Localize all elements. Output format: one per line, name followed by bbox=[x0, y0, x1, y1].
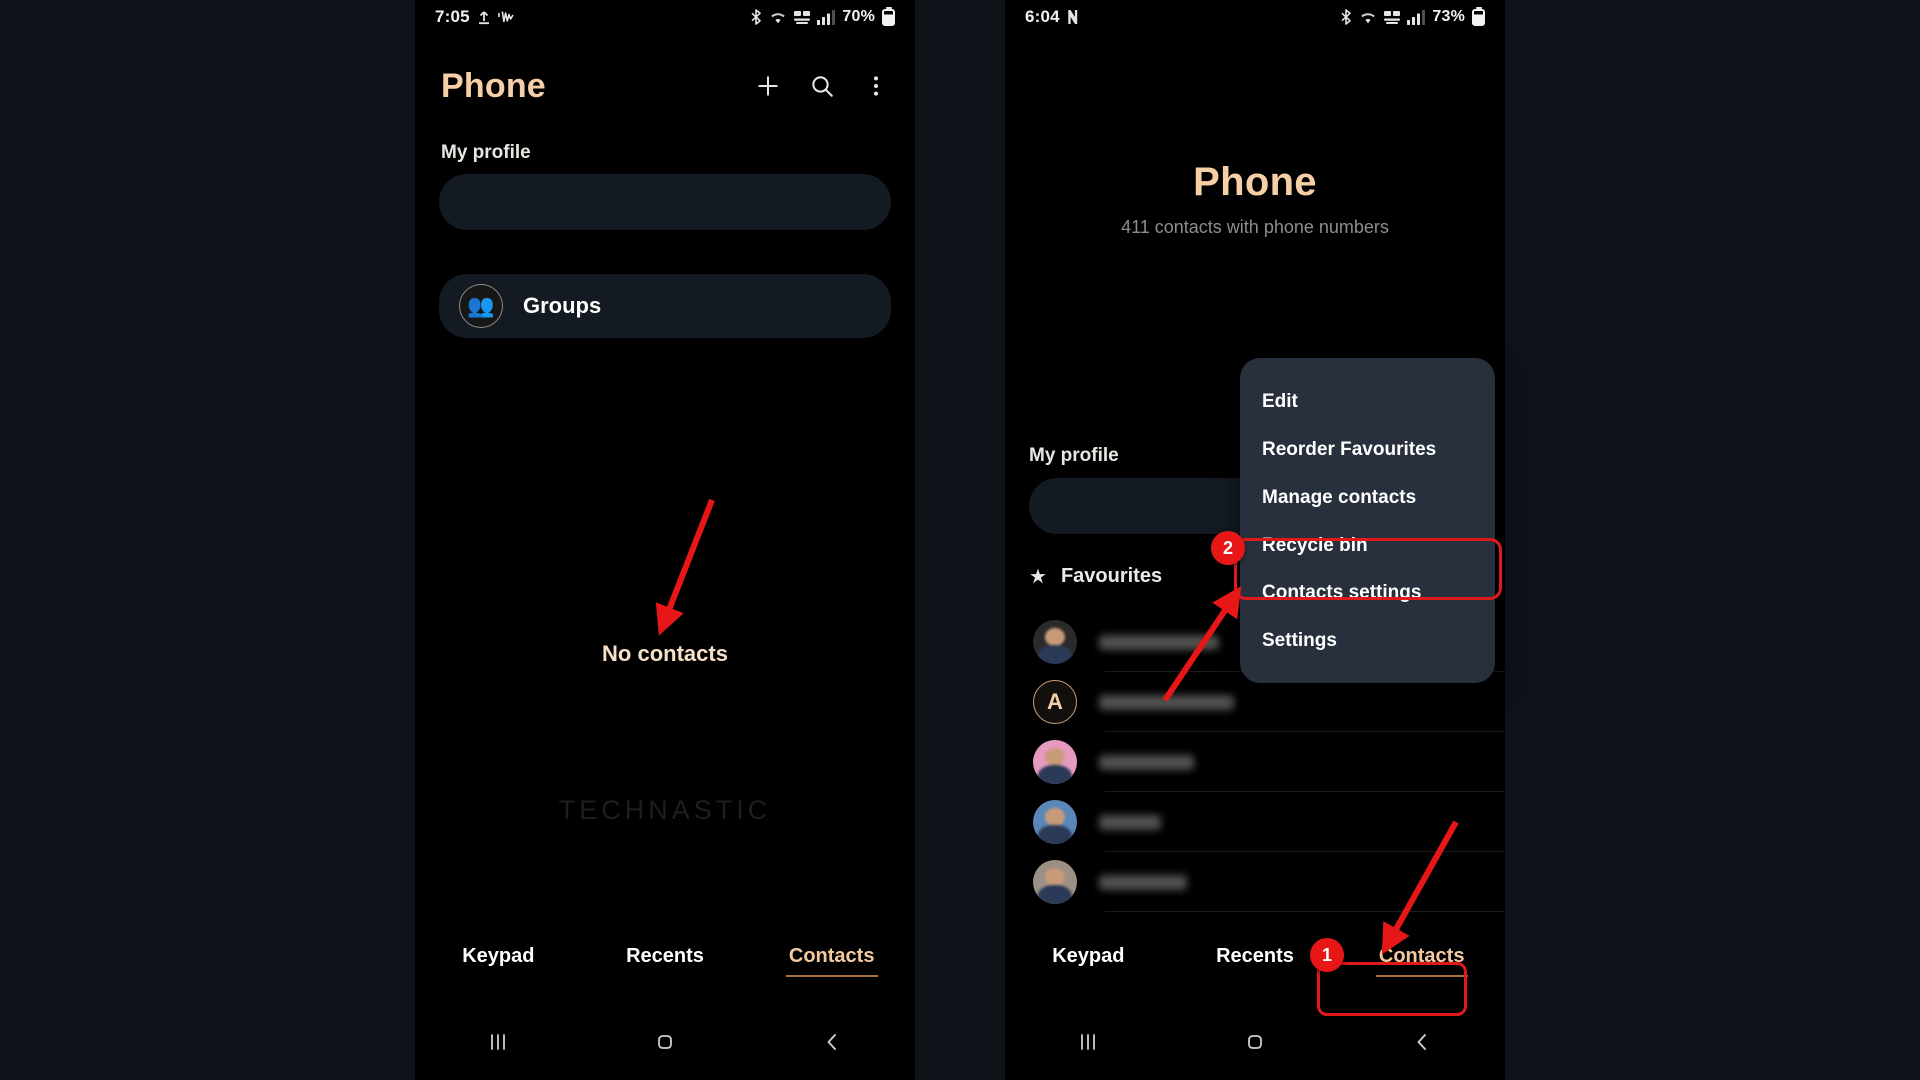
right-status-bar: 6:04 73% bbox=[1005, 0, 1505, 34]
add-icon[interactable] bbox=[755, 73, 781, 99]
my-profile-card[interactable] bbox=[439, 174, 891, 230]
battery-icon bbox=[882, 8, 895, 26]
signal-icon bbox=[817, 9, 836, 25]
back-nav-icon[interactable] bbox=[748, 1030, 915, 1054]
tab-keypad[interactable]: Keypad bbox=[415, 945, 582, 968]
left-phone-screen: 7:05 70% Phone My profile 👥 Groups No co… bbox=[415, 0, 915, 1080]
step-badge-2: 2 bbox=[1211, 531, 1245, 565]
bluetooth-icon bbox=[750, 9, 762, 25]
tab-keypad[interactable]: Keypad bbox=[1005, 945, 1172, 968]
more-options-icon[interactable] bbox=[863, 73, 889, 99]
vowifi-icon bbox=[1384, 10, 1401, 25]
options-popup-menu: Edit Reorder Favourites Manage contacts … bbox=[1240, 358, 1495, 684]
avatar bbox=[1033, 620, 1077, 664]
left-system-nav-bar bbox=[415, 1014, 915, 1070]
groups-label: Groups bbox=[523, 293, 602, 318]
avatar bbox=[1033, 800, 1077, 844]
bluetooth-icon bbox=[1340, 9, 1352, 25]
menu-item-manage-contacts[interactable]: Manage contacts bbox=[1240, 474, 1495, 522]
list-item[interactable] bbox=[1005, 732, 1505, 792]
left-tab-bar: Keypad Recents Contacts bbox=[415, 930, 915, 982]
battery-percent: 70% bbox=[842, 8, 875, 25]
favourites-header: ★ Favourites bbox=[1029, 565, 1162, 588]
recents-nav-icon[interactable] bbox=[415, 1031, 582, 1053]
avatar bbox=[1033, 740, 1077, 784]
menu-item-reorder-favourites[interactable]: Reorder Favourites bbox=[1240, 426, 1495, 474]
status-time: 6:04 bbox=[1025, 7, 1060, 26]
groups-avatar-icon: 👥 bbox=[459, 284, 503, 328]
my-profile-label: My profile bbox=[1029, 445, 1119, 466]
back-nav-icon[interactable] bbox=[1338, 1030, 1505, 1054]
highlight-box-recycle-bin bbox=[1234, 538, 1502, 600]
avatar bbox=[1033, 860, 1077, 904]
contact-name-redacted bbox=[1099, 694, 1234, 710]
my-profile-label: My profile bbox=[441, 142, 531, 163]
tab-contacts[interactable]: Contacts bbox=[748, 945, 915, 968]
contact-name-redacted bbox=[1099, 814, 1161, 830]
menu-item-settings[interactable]: Settings bbox=[1240, 617, 1495, 665]
tab-recents[interactable]: Recents bbox=[582, 945, 749, 968]
star-icon: ★ bbox=[1029, 565, 1047, 588]
favourites-label: Favourites bbox=[1060, 565, 1163, 587]
waveform-icon bbox=[498, 10, 514, 24]
contacts-count-subtitle: 411 contacts with phone numbers bbox=[1121, 217, 1389, 237]
menu-item-edit[interactable]: Edit bbox=[1240, 378, 1495, 426]
signal-icon bbox=[1407, 9, 1426, 25]
screenshot-stage: 7:05 70% Phone My profile 👥 Groups No co… bbox=[0, 0, 1920, 1080]
step-badge-1: 1 bbox=[1310, 938, 1344, 972]
watermark: TECHNASTIC bbox=[558, 795, 772, 825]
empty-state-text: No contacts bbox=[602, 641, 728, 666]
right-system-nav-bar bbox=[1005, 1014, 1505, 1070]
contact-name-redacted bbox=[1099, 874, 1187, 890]
page-title: Phone bbox=[441, 66, 546, 105]
list-item[interactable] bbox=[1005, 792, 1505, 852]
contact-name-redacted bbox=[1099, 634, 1219, 650]
upload-icon bbox=[477, 10, 491, 25]
contact-name-redacted bbox=[1099, 754, 1194, 770]
page-title: Phone bbox=[1193, 160, 1317, 204]
right-hero-header: Phone 411 contacts with phone numbers bbox=[1005, 160, 1505, 238]
battery-icon bbox=[1472, 8, 1485, 26]
home-nav-icon[interactable] bbox=[582, 1030, 749, 1054]
groups-row[interactable]: 👥 Groups bbox=[439, 274, 891, 338]
home-nav-icon[interactable] bbox=[1172, 1030, 1339, 1054]
list-item[interactable] bbox=[1005, 852, 1505, 912]
wifi-icon bbox=[1359, 10, 1377, 24]
status-time: 7:05 bbox=[435, 7, 470, 26]
vowifi-icon bbox=[794, 10, 811, 25]
recents-nav-icon[interactable] bbox=[1005, 1031, 1172, 1053]
left-status-bar: 7:05 70% bbox=[415, 0, 915, 34]
nfc-icon bbox=[1067, 9, 1080, 25]
wifi-icon bbox=[769, 10, 787, 24]
highlight-box-contacts-tab bbox=[1317, 962, 1467, 1016]
left-app-bar: Phone bbox=[415, 55, 915, 117]
battery-percent: 73% bbox=[1432, 8, 1465, 25]
avatar: A bbox=[1033, 680, 1077, 724]
annotation-arrows-layer bbox=[655, 498, 1459, 955]
search-icon[interactable] bbox=[809, 73, 835, 99]
